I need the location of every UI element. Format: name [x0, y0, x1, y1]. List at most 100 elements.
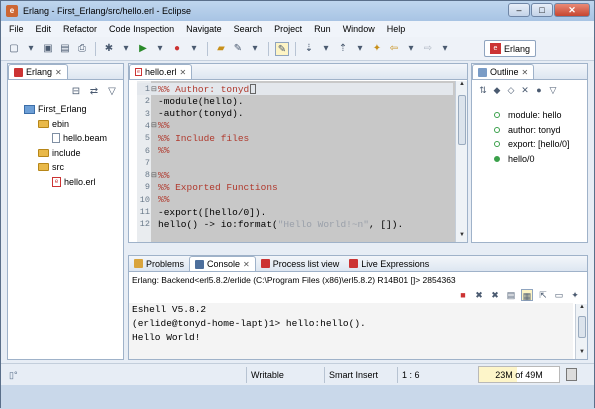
- debug-icon[interactable]: ✱: [102, 42, 116, 56]
- menu-project[interactable]: Project: [274, 24, 302, 34]
- terminate-icon[interactable]: ■: [457, 289, 469, 301]
- erlang-perspective-button[interactable]: e Erlang: [483, 40, 536, 57]
- view-menu-icon[interactable]: ▽: [105, 85, 119, 99]
- close-tab-icon[interactable]: ✕: [180, 68, 187, 77]
- status-bar: ▯° Writable Smart Insert 1 : 6 23M of 49…: [1, 363, 594, 385]
- tab-erlang-explorer[interactable]: Erlang ✕: [8, 64, 68, 79]
- code-editor[interactable]: 1 ⊟%% Author: tonyd 2 -module(hello). 3 -auth…: [129, 81, 467, 242]
- code-line: 8 ⊟%%: [137, 169, 453, 181]
- hide-exports-icon[interactable]: ✕: [520, 85, 530, 95]
- console-vertical-scrollbar[interactable]: ▲ ▼: [575, 304, 587, 359]
- menu-code-inspection[interactable]: Code Inspection: [109, 24, 174, 34]
- hide-macros-icon[interactable]: ●: [534, 85, 544, 95]
- menu-run[interactable]: Run: [314, 24, 331, 34]
- tree-item-include[interactable]: include: [12, 146, 107, 161]
- line-number: 5: [144, 133, 150, 144]
- display-console-icon[interactable]: ▭: [553, 289, 565, 301]
- save-icon[interactable]: ▣: [41, 42, 55, 56]
- menu-help[interactable]: Help: [387, 24, 406, 34]
- string-literal: "Hello World!~n": [277, 218, 369, 230]
- save-all-icon[interactable]: ▤: [58, 42, 72, 56]
- new-icon[interactable]: ▢: [7, 42, 21, 56]
- tab-hello-erl[interactable]: e hello.erl ✕: [129, 64, 193, 79]
- scroll-down-icon[interactable]: ▼: [456, 232, 468, 242]
- line-number: 6: [144, 145, 150, 156]
- minimize-button[interactable]: –: [508, 3, 530, 17]
- back-dropdown-icon[interactable]: ▾: [404, 42, 418, 56]
- scroll-up-icon[interactable]: ▲: [456, 81, 468, 91]
- scroll-down-icon[interactable]: ▼: [576, 349, 588, 359]
- erl-file-icon: e: [135, 68, 142, 76]
- heap-status[interactable]: 23M of 49M: [478, 366, 560, 383]
- editor-vertical-scrollbar[interactable]: ▲ ▼: [455, 81, 467, 242]
- scroll-thumb[interactable]: [578, 316, 586, 338]
- menu-file[interactable]: File: [9, 24, 24, 34]
- forward-dropdown-icon[interactable]: ▾: [438, 42, 452, 56]
- last-edit-icon[interactable]: ✦: [370, 42, 384, 56]
- tab-label: Process list view: [272, 258, 340, 269]
- menu-refactor[interactable]: Refactor: [63, 24, 97, 34]
- open-folder-icon[interactable]: ▰: [214, 42, 228, 56]
- remove-all-icon[interactable]: ✖: [489, 289, 501, 301]
- hide-nonpublic-icon[interactable]: ◇: [506, 85, 516, 95]
- tab-outline[interactable]: Outline ✕: [472, 64, 535, 79]
- tree-item-src[interactable]: src: [12, 160, 107, 175]
- close-tab-icon[interactable]: ✕: [243, 260, 250, 269]
- debug-dropdown-icon[interactable]: ▾: [119, 42, 133, 56]
- sort-icon[interactable]: ⇅: [478, 85, 488, 95]
- menu-navigate[interactable]: Navigate: [186, 24, 222, 34]
- tree-item-first-erlang[interactable]: First_Erlang: [12, 102, 107, 117]
- eclipse-window: e Erlang - First_Erlang/src/hello.erl - …: [0, 0, 595, 409]
- run-dropdown-icon[interactable]: ▾: [153, 42, 167, 56]
- next-annotation-dropdown-icon[interactable]: ▾: [319, 42, 333, 56]
- menu-search[interactable]: Search: [234, 24, 263, 34]
- next-annotation-icon[interactable]: ⇣: [302, 42, 316, 56]
- maximize-button[interactable]: □: [531, 3, 553, 17]
- tab-process-list[interactable]: Process list view: [256, 256, 345, 271]
- menu-edit[interactable]: Edit: [36, 24, 52, 34]
- forward-icon[interactable]: ⇨: [421, 42, 435, 56]
- line-number: 9: [144, 182, 150, 193]
- scroll-up-icon[interactable]: ▲: [576, 304, 588, 314]
- tab-console[interactable]: Console ✕: [189, 256, 256, 271]
- external-tools-icon[interactable]: ●: [170, 42, 184, 56]
- close-tab-icon[interactable]: ✕: [522, 68, 529, 77]
- back-icon[interactable]: ⇦: [387, 42, 401, 56]
- wand-icon[interactable]: ✎: [231, 42, 245, 56]
- print-icon[interactable]: ⎙: [75, 42, 89, 56]
- tab-problems[interactable]: Problems: [129, 256, 189, 271]
- outline-item-module[interactable]: module: hello: [494, 108, 570, 123]
- tree-item-hello-beam[interactable]: hello.beam: [12, 131, 107, 146]
- prev-annotation-icon[interactable]: ⇡: [336, 42, 350, 56]
- folder-icon: [38, 119, 49, 128]
- tree-item-hello-erl[interactable]: e hello.erl: [12, 175, 107, 190]
- scroll-lock-icon[interactable]: ▦: [521, 289, 533, 301]
- tree-item-ebin[interactable]: ebin: [12, 117, 107, 132]
- outline-item-function[interactable]: hello/0: [494, 152, 570, 167]
- link-with-editor-icon[interactable]: ⇄: [87, 85, 101, 99]
- external-tools-dropdown-icon[interactable]: ▾: [187, 42, 201, 56]
- wand-dropdown-icon[interactable]: ▾: [248, 42, 262, 56]
- open-console-icon[interactable]: ✦: [569, 289, 581, 301]
- close-button[interactable]: ✕: [554, 3, 590, 17]
- console-output[interactable]: Eshell V5.8.2 (erlide@tonyd-home-lapt)1>…: [129, 303, 573, 359]
- tab-live-expressions[interactable]: Live Expressions: [344, 256, 434, 271]
- run-icon[interactable]: ▶: [136, 42, 150, 56]
- outline-item-author[interactable]: author: tonyd: [494, 123, 570, 138]
- scroll-thumb[interactable]: [458, 95, 466, 145]
- mark-occurrences-icon[interactable]: ✎: [275, 41, 289, 56]
- remove-launch-icon[interactable]: ✖: [473, 289, 485, 301]
- outline-item-export[interactable]: export: [hello/0]: [494, 137, 570, 152]
- menu-window[interactable]: Window: [343, 24, 375, 34]
- folder-icon: [38, 148, 49, 157]
- close-tab-icon[interactable]: ✕: [55, 68, 62, 77]
- pin-console-icon[interactable]: ⇱: [537, 289, 549, 301]
- new-dropdown-icon[interactable]: ▾: [24, 42, 38, 56]
- run-gc-icon[interactable]: [566, 368, 577, 381]
- hide-fields-icon[interactable]: ◆: [492, 85, 502, 95]
- collapse-all-icon[interactable]: ⊟: [69, 85, 83, 99]
- view-menu-icon[interactable]: ▽: [548, 85, 558, 95]
- prev-annotation-dropdown-icon[interactable]: ▾: [353, 42, 367, 56]
- fast-view-icon[interactable]: ▯°: [9, 367, 18, 383]
- clear-console-icon[interactable]: ▤: [505, 289, 517, 301]
